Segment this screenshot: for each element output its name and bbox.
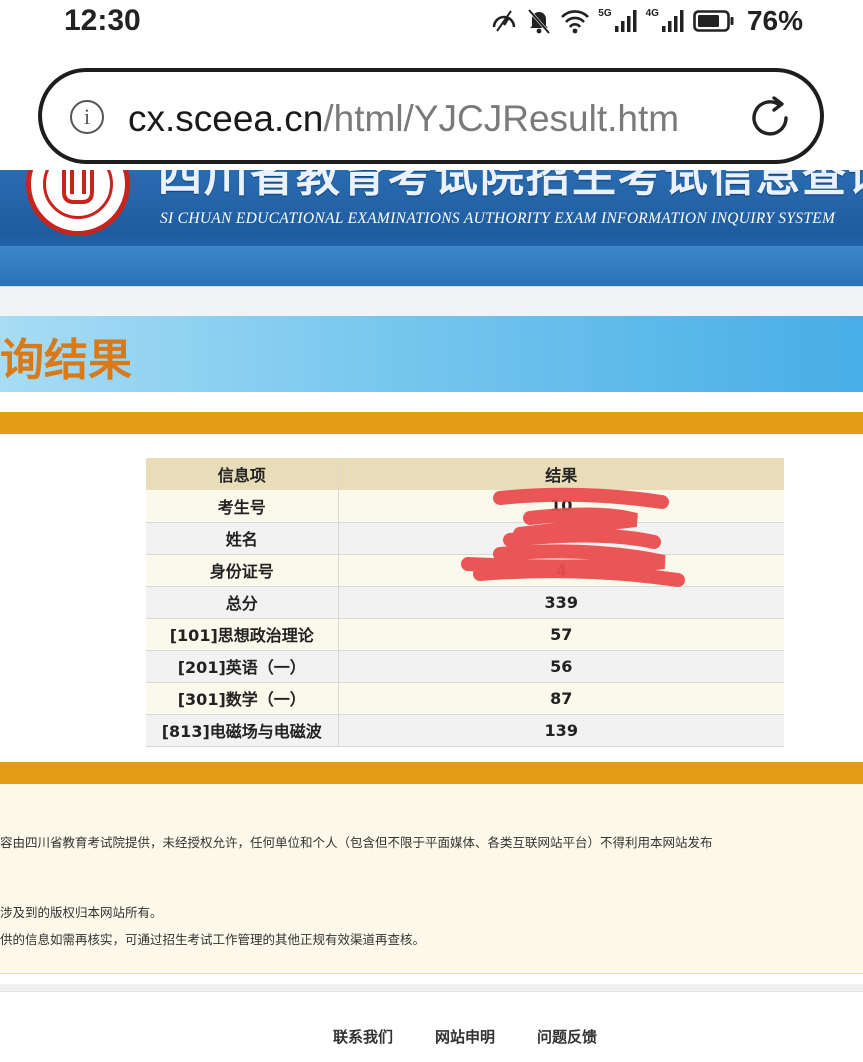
url-text[interactable]: cx.sceea.cn/html/YJCJResult.htm xyxy=(128,98,679,140)
footer-link-contact[interactable]: 联系我们 xyxy=(333,1026,393,1047)
disclaimer-line: 涉及到的版权归本网站所有。 xyxy=(0,905,163,920)
row-value: 57 xyxy=(338,618,784,651)
column-header-item: 信息项 xyxy=(146,458,339,490)
footer-separator xyxy=(0,984,863,992)
row-label: 身份证号 xyxy=(146,554,339,587)
url-path: /html/YJCJResult.htm xyxy=(323,98,680,139)
network-5g-label: 5G xyxy=(598,7,612,19)
nav-separator xyxy=(0,286,863,316)
status-time: 12:30 xyxy=(64,4,141,37)
network-4g-label: 4G xyxy=(645,7,659,19)
signal-icon xyxy=(614,9,638,33)
wifi-icon xyxy=(560,8,590,34)
battery-percent: 76% xyxy=(746,5,803,36)
disclaimer-panel: 容由四川省教育考试院提供，未经授权允许，任何单位和个人（包含但不限于平面媒体、各… xyxy=(0,784,863,974)
bell-muted-icon xyxy=(526,7,552,35)
disclaimer-line: 供的信息如需再核实，可通过招生考试工作管理的其他正规有效渠道再查核。 xyxy=(0,932,426,947)
speed-icon xyxy=(490,7,518,35)
address-bar[interactable]: i cx.sceea.cn/html/YJCJResult.htm xyxy=(38,68,824,164)
row-label: [813]电磁场与电磁波 xyxy=(146,714,339,747)
disclaimer-line: 容由四川省教育考试院提供，未经授权允许，任何单位和个人（包含但不限于平面媒体、各… xyxy=(0,835,713,850)
row-label: [101]思想政治理论 xyxy=(146,618,339,651)
reload-icon[interactable] xyxy=(748,96,792,140)
status-bar: 12:30 5G 4G 76% xyxy=(0,0,863,44)
redaction-scribble xyxy=(461,487,685,587)
row-label: [301]数学（一） xyxy=(146,682,339,715)
site-title-cn: 四川省教育考试院招生考试信息查询系统 xyxy=(158,170,863,202)
info-icon[interactable]: i xyxy=(70,100,104,134)
table-row: [101]思想政治理论 57 xyxy=(146,618,784,651)
gold-divider-top xyxy=(0,412,863,434)
site-footer: 联系我们 网站申明 问题反馈 xyxy=(0,1010,863,1062)
table-row: [813]电磁场与电磁波 139 xyxy=(146,714,784,747)
row-value: 87 xyxy=(338,682,784,715)
row-label: 姓名 xyxy=(146,522,339,555)
row-value: 139 xyxy=(338,714,784,747)
status-icons: 5G 4G 76% xyxy=(490,5,803,36)
table-row: [301]数学（一） 87 xyxy=(146,682,784,715)
signal-icon xyxy=(661,9,685,33)
url-domain: cx.sceea.cn xyxy=(128,98,324,139)
logo-emblem-icon xyxy=(62,170,94,204)
site-title-en: SI CHUAN EDUCATIONAL EXAMINATIONS AUTHOR… xyxy=(160,210,836,227)
sceea-logo xyxy=(26,170,130,236)
page-banner: 询结果 xyxy=(0,316,863,392)
table-row: [201]英语（一） 56 xyxy=(146,650,784,683)
row-label: 考生号 xyxy=(146,490,339,523)
header-band xyxy=(0,246,863,286)
gold-divider-bottom xyxy=(0,762,863,784)
site-header: 四川省教育考试院招生考试信息查询系统 SI CHUAN EDUCATIONAL … xyxy=(0,170,863,286)
row-label: [201]英语（一） xyxy=(146,650,339,683)
page-title: 询结果 xyxy=(0,335,132,386)
footer-link-feedback[interactable]: 问题反馈 xyxy=(537,1026,597,1047)
logo-ring xyxy=(43,170,113,219)
row-label: 总分 xyxy=(146,586,339,619)
footer-link-statement[interactable]: 网站申明 xyxy=(435,1026,495,1047)
battery-icon xyxy=(693,9,735,33)
footer-links: 联系我们 网站申明 问题反馈 xyxy=(333,1026,597,1047)
row-value: 56 xyxy=(338,650,784,683)
